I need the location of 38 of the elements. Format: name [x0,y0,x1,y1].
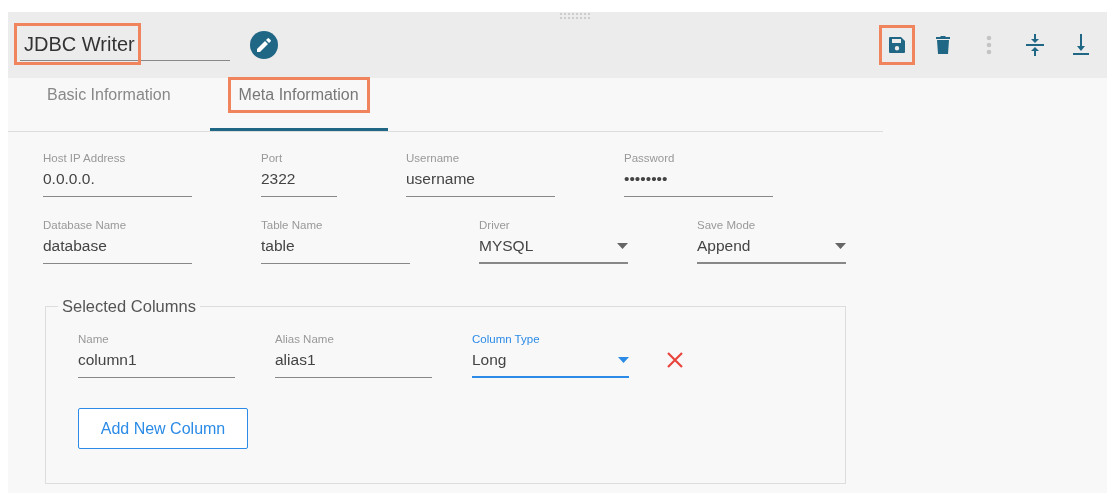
download-icon [1072,34,1090,56]
input-field[interactable]: column1 [78,351,235,378]
caret-icon [835,243,846,249]
more-icon [986,35,992,55]
password-field[interactable]: •••••••• [624,170,773,197]
field-label: Database Name [43,219,128,231]
input-field[interactable]: table [261,237,410,264]
input-field[interactable]: 2322 [261,170,337,197]
close-icon [667,352,683,368]
title-field[interactable]: JDBC Writer [20,29,230,61]
input-field[interactable]: 0.0.0.0. [43,170,192,197]
add-column-button[interactable]: Add New Column [78,408,248,449]
edit-button[interactable] [250,31,278,59]
field-label: Save Mode [697,219,757,231]
field-label: Name [78,333,110,345]
caret-icon [618,357,629,363]
field-label: Table Name [261,219,324,231]
trash-icon [935,35,951,55]
input-field[interactable]: database [43,237,192,264]
save-icon [887,35,907,55]
field-label: Password [624,152,676,164]
dropdown[interactable]: Long [472,351,629,378]
dropdown[interactable]: MYSQL [479,237,628,264]
field-label: Column Type [472,333,541,345]
input-field[interactable]: username [406,170,555,197]
field-label: Driver [479,219,511,231]
dropdown[interactable]: Append [697,237,846,264]
save-button[interactable] [879,25,915,65]
pencil-icon [257,38,271,52]
field-label: Host IP Address [43,152,127,164]
field-label: Port [261,152,284,164]
collapse-icon [1025,34,1045,56]
caret-icon [617,243,628,249]
drag-handle-icon[interactable] [560,13,590,19]
field-label: Alias Name [275,333,335,345]
remove-button[interactable] [667,352,683,368]
input-field[interactable]: alias1 [275,351,432,378]
field-label: Username [406,152,461,164]
